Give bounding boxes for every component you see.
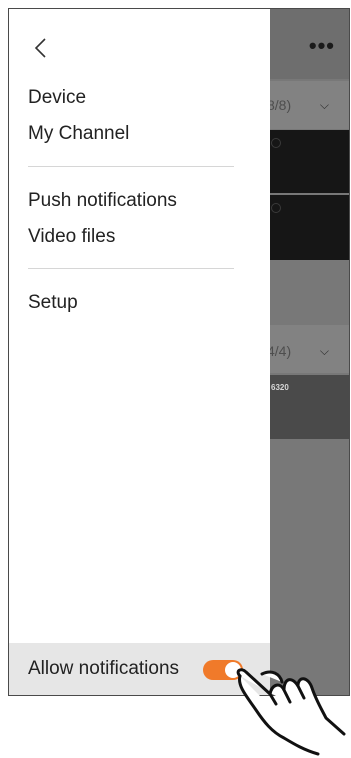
menu-item-video-files[interactable]: Video files xyxy=(28,226,115,248)
menu-item-device[interactable]: Device xyxy=(28,87,86,109)
camera-status-icon xyxy=(271,138,281,148)
more-icon[interactable]: ••• xyxy=(309,33,335,59)
allow-notifications-row: Allow notifications xyxy=(9,643,270,695)
tapping-hand-icon xyxy=(236,668,346,756)
menu-item-my-channel[interactable]: My Channel xyxy=(28,123,129,145)
chevron-down-icon[interactable]: ⌵ xyxy=(320,98,329,113)
chevron-left-icon xyxy=(34,38,46,58)
camera-status-icon xyxy=(271,203,281,213)
menu-item-setup[interactable]: Setup xyxy=(28,292,78,314)
menu-item-push-notifications[interactable]: Push notifications xyxy=(28,190,177,212)
phone-screen: ••• 8/8) ⌵ 4/4) ⌵ 6320 Device My Channel… xyxy=(8,8,350,696)
divider xyxy=(28,166,234,167)
group-count: 4/4) xyxy=(267,343,292,359)
allow-notifications-label: Allow notifications xyxy=(28,658,180,679)
side-drawer: Device My Channel Push notifications Vid… xyxy=(9,9,270,695)
camera-label: 6320 xyxy=(271,383,289,392)
group-count: 8/8) xyxy=(267,97,292,113)
divider xyxy=(28,268,234,269)
back-button[interactable] xyxy=(25,33,55,63)
chevron-down-icon[interactable]: ⌵ xyxy=(320,344,329,359)
